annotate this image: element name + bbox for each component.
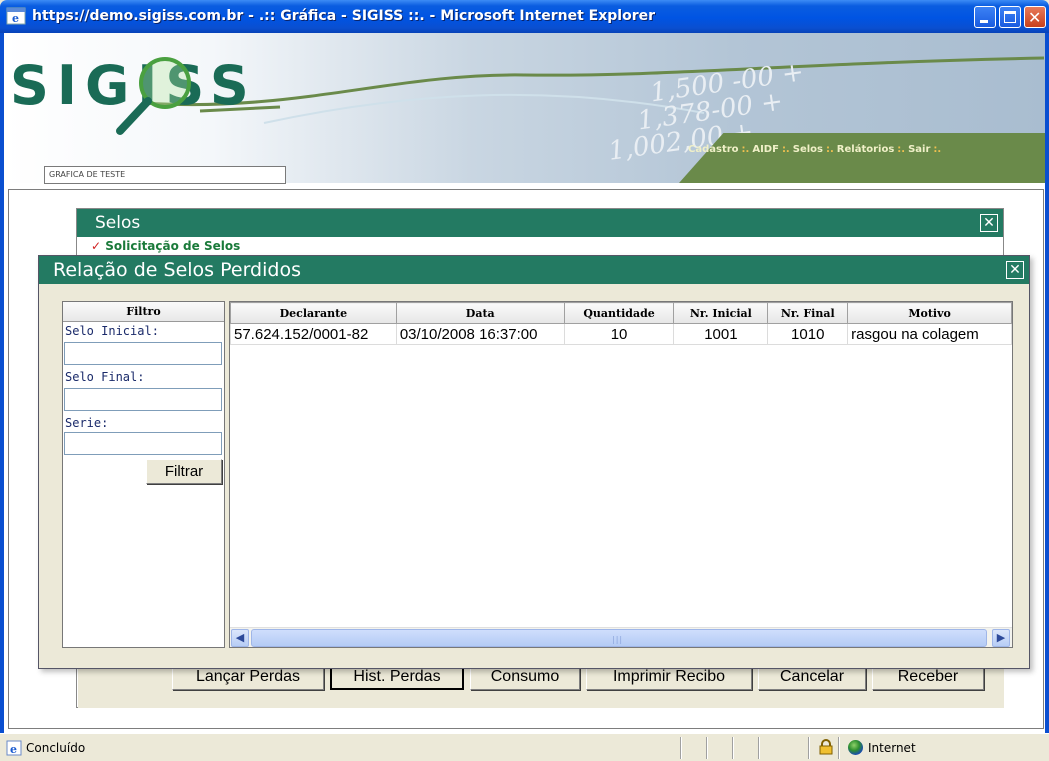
status-divider [838,737,840,759]
column-header-nr-final[interactable]: Nr. Final [767,302,849,324]
dialog-close-button[interactable]: ✕ [1006,261,1024,279]
check-icon: ✓ [91,239,106,253]
menu-separator: :. [933,144,942,155]
menu-separator: :. [897,144,906,155]
filter-header: Filtro [63,302,224,322]
selos-perdidos-dialog: Relação de Selos Perdidos ✕ Filtro Selo … [38,255,1030,669]
main-menu: Cadastro:. AIDF:. Selos:. Relátorios:. Sair:… [688,144,944,155]
internet-zone-icon [848,740,863,755]
selo-inicial-label: Selo Inicial: [65,324,159,338]
maximize-button[interactable] [999,6,1021,28]
chevron-left-icon: ◀ [235,631,245,644]
table-row[interactable]: 57.624.152/0001-82 03/10/2008 16:37:00 1… [230,323,1012,345]
menu-item-relatorios[interactable]: Relátorios [837,144,895,155]
page-done-icon: e [6,740,22,756]
selos-panel-close-button[interactable]: ✕ [980,214,998,232]
table-header-row: Declarante Data Quantidade Nr. Inicial N… [230,302,1012,324]
status-text: Concluído [26,741,86,755]
cell-quantidade: 10 [563,323,675,345]
close-window-button[interactable]: ✕ [1024,6,1046,28]
scroll-left-button[interactable]: ◀ [231,629,249,647]
browser-viewport: 1,500 -00 + 1,378-00 + 1,002,00 + SIGISS… [4,33,1045,733]
menu-bar-background [679,133,1045,183]
selo-inicial-input[interactable] [64,342,222,365]
close-icon: ✕ [983,215,995,231]
status-divider [706,737,708,759]
svg-text:e: e [10,743,17,756]
filtrar-button[interactable]: Filtrar [146,459,222,484]
results-grid: Declarante Data Quantidade Nr. Inicial N… [229,301,1013,648]
internet-explorer-icon: e [6,7,26,25]
maximize-icon [1004,11,1016,23]
status-divider [758,737,760,759]
svg-text:SIGISS: SIGISS [10,54,257,117]
selos-panel-header: Selos ✕ [77,209,1003,237]
cell-declarante: 57.624.152/0001-82 [230,323,397,345]
status-divider [808,737,810,759]
close-icon: ✕ [1009,262,1021,278]
chevron-right-icon: ▶ [996,631,1006,644]
selo-final-input[interactable] [64,388,222,411]
grip-icon: ||| [612,635,624,644]
menu-separator: :. [741,144,750,155]
menu-item-cadastro[interactable]: Cadastro [688,144,739,155]
cell-nr-inicial: 1001 [673,323,769,345]
serie-input[interactable] [64,432,222,455]
scrollbar-thumb[interactable]: ||| [251,629,987,647]
security-zone-label: Internet [868,741,916,755]
selo-final-label: Selo Final: [65,370,145,384]
status-bar: e Concluído Internet [0,733,1049,761]
cell-data: 03/10/2008 16:37:00 [395,323,565,345]
cell-motivo: rasgou na colagem [847,323,1012,345]
selos-panel-title: Selos [95,213,141,233]
column-header-declarante[interactable]: Declarante [230,302,397,324]
svg-text:e: e [12,12,19,25]
minimize-button[interactable] [974,6,996,28]
horizontal-scrollbar[interactable]: ◀ ||| ▶ [230,627,1012,647]
dialog-title: Relação de Selos Perdidos [53,259,301,281]
window-frame-right [1045,33,1049,733]
status-divider [680,737,682,759]
status-divider [732,737,734,759]
menu-item-aidf[interactable]: AIDF [752,144,779,155]
column-header-motivo[interactable]: Motivo [847,302,1012,324]
lock-icon [819,739,833,755]
window-title: https://demo.sigiss.com.br - .:: Gráfica… [32,8,655,24]
dialog-header[interactable]: Relação de Selos Perdidos ✕ [39,256,1029,284]
menu-separator: :. [825,144,834,155]
cell-nr-final: 1010 [767,323,849,345]
column-header-data[interactable]: Data [395,302,565,324]
column-header-quantidade[interactable]: Quantidade [563,302,675,324]
menu-item-selos[interactable]: Selos [793,144,823,155]
close-icon: ✕ [1028,8,1042,27]
selos-subtitle: ✓ Solicitação de Selos [91,239,241,253]
serie-label: Serie: [65,416,109,430]
company-name-field: GRAFICA DE TESTE [44,166,286,184]
menu-separator: :. [781,144,790,155]
column-header-nr-inicial[interactable]: Nr. Inicial [673,302,769,324]
window-titlebar[interactable]: e https://demo.sigiss.com.br - .:: Gráfi… [0,0,1049,33]
results-table: Declarante Data Quantidade Nr. Inicial N… [230,302,1012,345]
minimize-icon [980,20,988,23]
sigiss-logo: SIGISS [10,54,281,135]
menu-item-sair[interactable]: Sair [908,144,930,155]
scroll-right-button[interactable]: ▶ [992,629,1010,647]
filter-panel: Filtro Selo Inicial: Selo Final: Serie: … [62,301,225,648]
